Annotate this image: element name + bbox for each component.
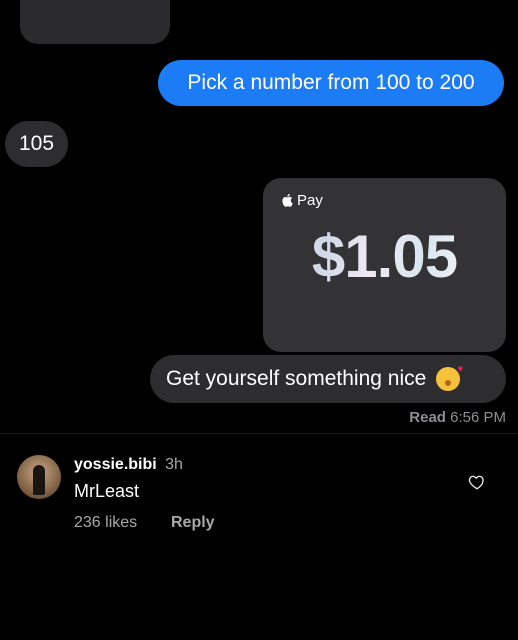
comment-author[interactable]: yossie.bibi 3h [74, 456, 183, 474]
read-status: Read [409, 409, 446, 426]
divider [0, 433, 518, 434]
user-avatar[interactable] [17, 455, 61, 499]
apple-pay-logo: Pay [281, 190, 323, 210]
outgoing-message-bubble[interactable]: Pick a number from 100 to 200 [158, 60, 504, 106]
read-time: 6:56 PM [450, 409, 506, 426]
comment-text: MrLeast [74, 481, 140, 501]
kissing-face-emoji-icon: ♥ [436, 365, 463, 391]
likes-count[interactable]: 236 likes [74, 514, 137, 532]
heart-outline-icon[interactable] [468, 473, 486, 491]
reply-button[interactable]: Reply [171, 514, 215, 532]
read-receipt: Read 6:56 PM [409, 409, 506, 426]
message-text: 105 [18, 132, 55, 155]
comment-time: 3h [165, 456, 183, 473]
payment-amount: $1.05 [263, 222, 506, 291]
previous-message-bubble [20, 0, 170, 44]
username[interactable]: yossie.bibi [74, 456, 157, 473]
apple-pay-label: Pay [297, 191, 323, 209]
message-text: Pick a number from 100 to 200 [187, 71, 475, 94]
apple-icon [282, 193, 293, 207]
outgoing-message-bubble[interactable]: Get yourself something nice ♥ [150, 355, 506, 403]
incoming-message-bubble[interactable]: 105 [5, 121, 68, 167]
message-text: Get yourself something nice [166, 367, 427, 390]
